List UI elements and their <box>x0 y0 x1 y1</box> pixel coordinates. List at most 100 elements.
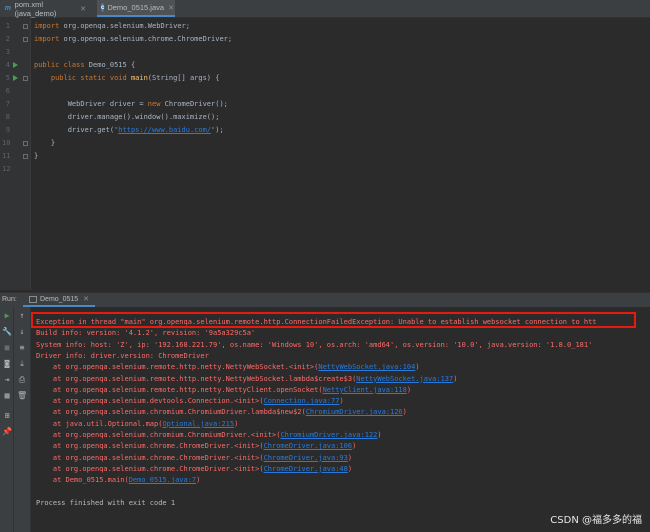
line-number: 5 <box>5 74 10 82</box>
console-text: at java.util.Optional.map( <box>36 419 163 428</box>
console-text: at Demo_0515.main( <box>36 476 129 485</box>
console-text: ) <box>234 419 239 428</box>
code-editor[interactable]: import org.openqa.selenium.WebDriver; imp… <box>31 18 650 290</box>
code-line: driver.get("https://www.baidu.com/"); <box>34 124 224 137</box>
stacktrace-link[interactable]: Connection.java:77 <box>264 397 340 405</box>
run-label: Run: <box>2 296 17 303</box>
watermark: CSDN @福多多的福 <box>550 515 642 526</box>
tab-label: pom.xml (java_demo) <box>14 0 57 18</box>
console-text: ) <box>453 374 458 383</box>
line-number-gutter[interactable]: 1 2 3 4 5 6 7 8 9 10 11 12 <box>0 18 31 290</box>
console-text: at org.openqa.selenium.remote.http.netty… <box>36 363 319 372</box>
line-number: 10 <box>2 139 11 147</box>
console-text: at org.openqa.selenium.chromium.Chromium… <box>36 431 281 439</box>
fold-icon[interactable] <box>23 37 28 42</box>
code-token: org.openqa.selenium.chrome.ChromeDriver; <box>63 35 233 43</box>
line-number: 11 <box>2 152 11 160</box>
code-token: } <box>34 152 39 160</box>
console-line: at org.openqa.selenium.devtools.Connecti… <box>36 396 344 407</box>
console-line: Build info: version: '4.1.2', revision: … <box>36 328 255 339</box>
restore-layout-icon[interactable]: ▦ <box>2 391 12 401</box>
console-line: at org.openqa.selenium.chrome.ChromeDriv… <box>36 441 356 452</box>
line-number: 7 <box>5 100 10 108</box>
trash-icon[interactable]: 🗑 <box>17 391 27 401</box>
console-line: System info: host: 'Z', ip: '192.168.221… <box>36 340 592 351</box>
console-text: at org.openqa.selenium.remote.http.netty… <box>36 385 323 394</box>
stacktrace-link[interactable]: ChromeDriver.java:48 <box>264 465 348 473</box>
tab-demo-java[interactable]: c Demo_0515.java ✕ <box>97 0 175 17</box>
java-class-icon: c <box>101 3 105 12</box>
run-tab-label: Demo_0515 <box>40 295 79 303</box>
arrow-up-icon[interactable]: ↑ <box>17 311 27 321</box>
run-gutter-icon[interactable] <box>13 62 18 68</box>
console-text: ) <box>347 464 353 473</box>
layout-icon[interactable]: ⊞ <box>2 411 12 421</box>
console-line: at org.openqa.selenium.remote.http.netty… <box>36 362 420 373</box>
console-line: at java.util.Optional.map(Optional.java:… <box>36 419 238 430</box>
exit-icon[interactable]: ⇥ <box>2 375 12 385</box>
scroll-to-end-icon[interactable]: ⤓ <box>17 359 27 369</box>
camera-icon[interactable]: ◙ <box>2 359 12 369</box>
console-line: Driver info: driver.version: ChromeDrive… <box>36 351 209 362</box>
code-token: ); <box>215 126 224 134</box>
code-line: driver.manage().window().maximize(); <box>34 111 220 124</box>
wrench-icon[interactable]: 🔧 <box>2 327 12 337</box>
console-line: at org.openqa.selenium.remote.http.netty… <box>36 374 458 385</box>
code-line: } <box>34 137 55 150</box>
line-number: 1 <box>5 22 10 30</box>
arrow-down-icon[interactable]: ↓ <box>17 327 27 337</box>
close-icon[interactable]: ✕ <box>80 5 86 13</box>
close-icon[interactable]: ✕ <box>83 295 89 303</box>
run-gutter-icon[interactable] <box>13 75 18 81</box>
soft-wrap-icon[interactable]: ≡ <box>17 343 27 353</box>
stacktrace-link[interactable]: ChromeDriver.java:93 <box>264 454 348 462</box>
print-icon[interactable]: ⎙ <box>17 375 27 385</box>
stacktrace-link[interactable]: NettyWebSocket.java:137 <box>356 375 453 383</box>
run-toolbar-right: ↑ ↓ ≡ ⤓ ⎙ 🗑 <box>14 307 31 532</box>
code-token: new <box>147 100 165 108</box>
rerun-icon[interactable]: ▶ <box>2 311 12 321</box>
console-text: Process finished with exit code 1 <box>36 498 176 507</box>
pin-icon[interactable]: 📌 <box>2 427 12 437</box>
line-number: 2 <box>5 35 10 43</box>
code-token: public class <box>34 61 89 69</box>
code-url-link[interactable]: https://www.baidu.com/ <box>118 126 211 134</box>
stop-icon[interactable]: ■ <box>2 343 12 353</box>
code-line: public static void main(String[] args) { <box>34 72 220 85</box>
code-token: ChromeDriver(); <box>164 100 228 108</box>
stacktrace-link[interactable]: NettyWebSocket.java:104 <box>318 363 415 371</box>
stacktrace-link[interactable]: Optional.java:215 <box>162 420 234 428</box>
run-tab-demo[interactable]: Demo_0515 ✕ <box>23 293 96 307</box>
fold-icon[interactable] <box>23 76 28 81</box>
run-panel-header: Run: Demo_0515 ✕ <box>0 292 650 307</box>
tab-pom-xml[interactable]: m pom.xml (java_demo) ✕ <box>0 0 90 18</box>
code-token: driver.get( <box>34 126 115 134</box>
fold-icon[interactable] <box>23 24 28 29</box>
line-number: 6 <box>5 87 10 95</box>
stacktrace-link[interactable]: ChromiumDriver.java:122 <box>280 431 377 439</box>
console-text: Driver info: driver.version: ChromeDrive… <box>36 351 209 360</box>
stacktrace-link[interactable]: ChromiumDriver.java:126 <box>306 408 403 416</box>
fold-icon[interactable] <box>23 141 28 146</box>
console-text: ) <box>415 363 420 372</box>
console-text: ) <box>196 476 201 485</box>
console-text: at org.openqa.selenium.chrome.ChromeDriv… <box>36 453 264 462</box>
console-text: at org.openqa.selenium.devtools.Connecti… <box>36 397 264 406</box>
fold-icon[interactable] <box>23 154 28 159</box>
code-token: driver.manage().window().maximize(); <box>34 113 220 121</box>
close-icon[interactable]: ✕ <box>168 4 174 12</box>
code-token: (String[] args) { <box>147 74 220 82</box>
line-number: 9 <box>5 126 10 134</box>
console-icon <box>29 295 37 303</box>
code-token: org.openqa.selenium.WebDriver; <box>63 22 190 30</box>
console-text: ) <box>402 408 407 417</box>
console-output[interactable]: Exception in thread "main" org.openqa.se… <box>31 307 650 532</box>
console-text: ) <box>406 385 412 394</box>
stacktrace-link[interactable]: Demo_0515.java:7 <box>129 476 196 484</box>
code-line: import org.openqa.selenium.chrome.Chrome… <box>34 33 232 46</box>
line-number: 3 <box>5 48 10 56</box>
console-text: at org.openqa.selenium.chromium.Chromium… <box>36 408 306 417</box>
stacktrace-link[interactable]: NettyClient.java:118 <box>323 386 407 394</box>
stacktrace-link[interactable]: ChromeDriver.java:106 <box>264 442 353 450</box>
